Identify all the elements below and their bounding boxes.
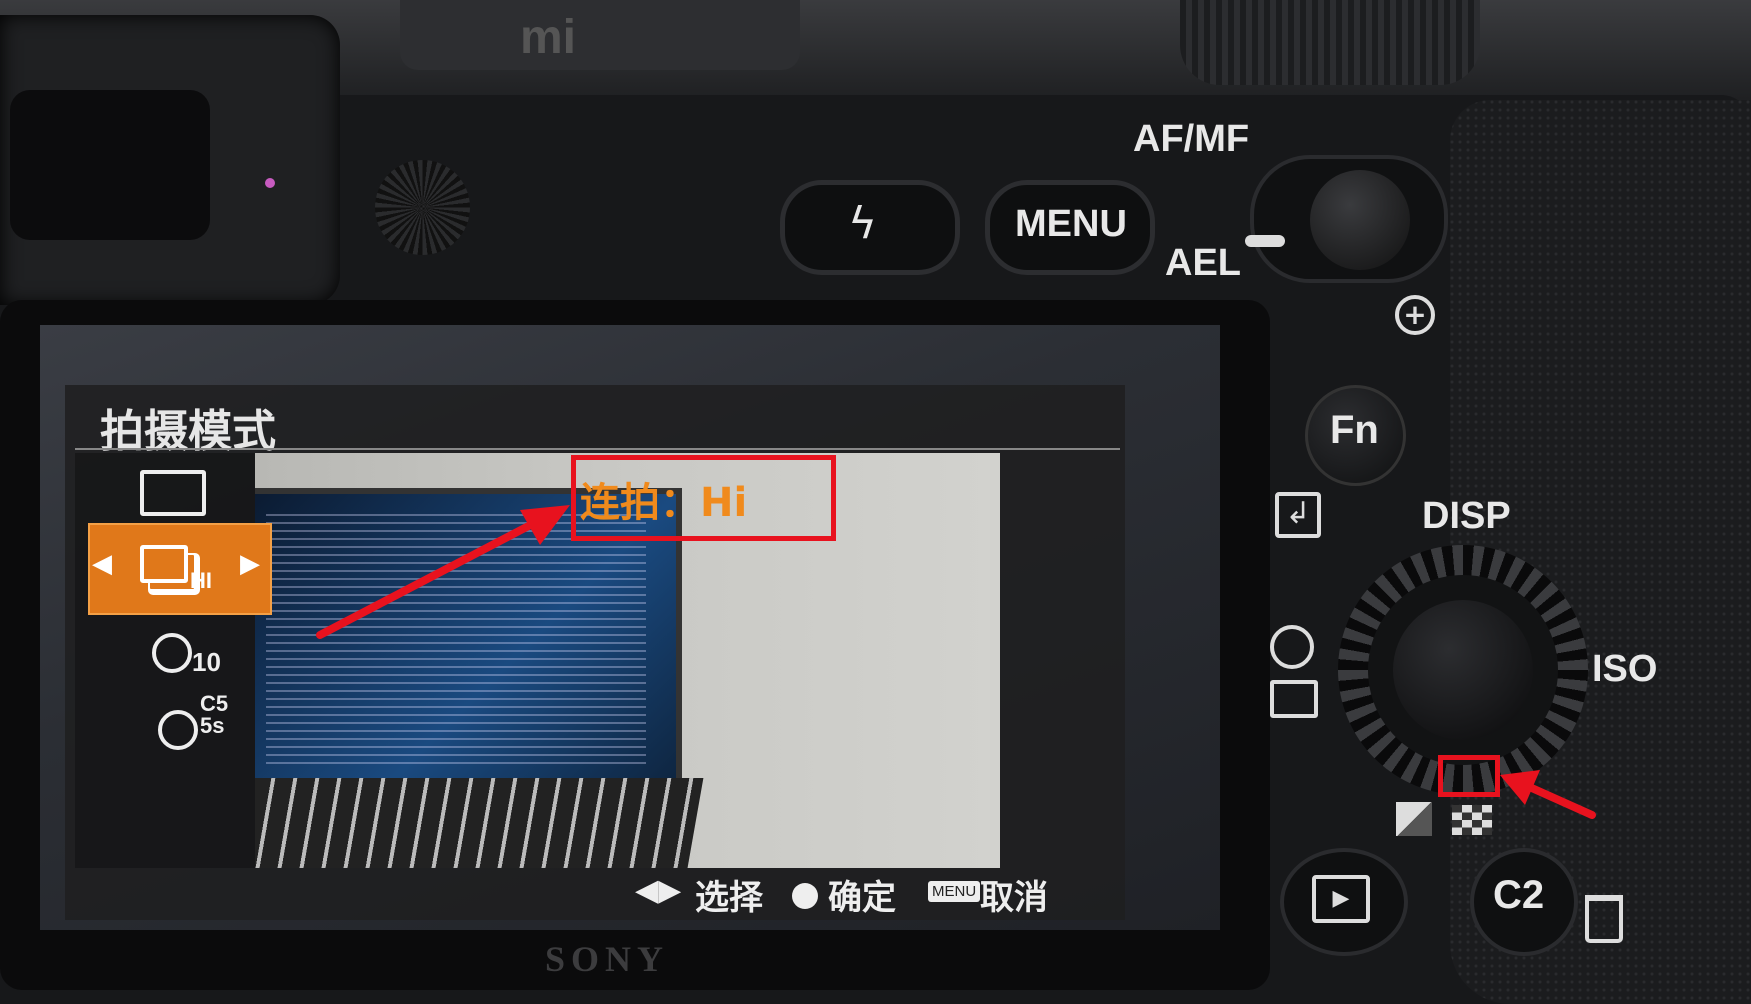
annotation-box-wheel (1438, 755, 1500, 797)
annotation-arrows (316, 505, 1596, 819)
camera-back-photo: mi ϟ MENU AF/MF AEL + Fn ↲ DISP ISO ▶ C2 (0, 0, 1751, 1004)
